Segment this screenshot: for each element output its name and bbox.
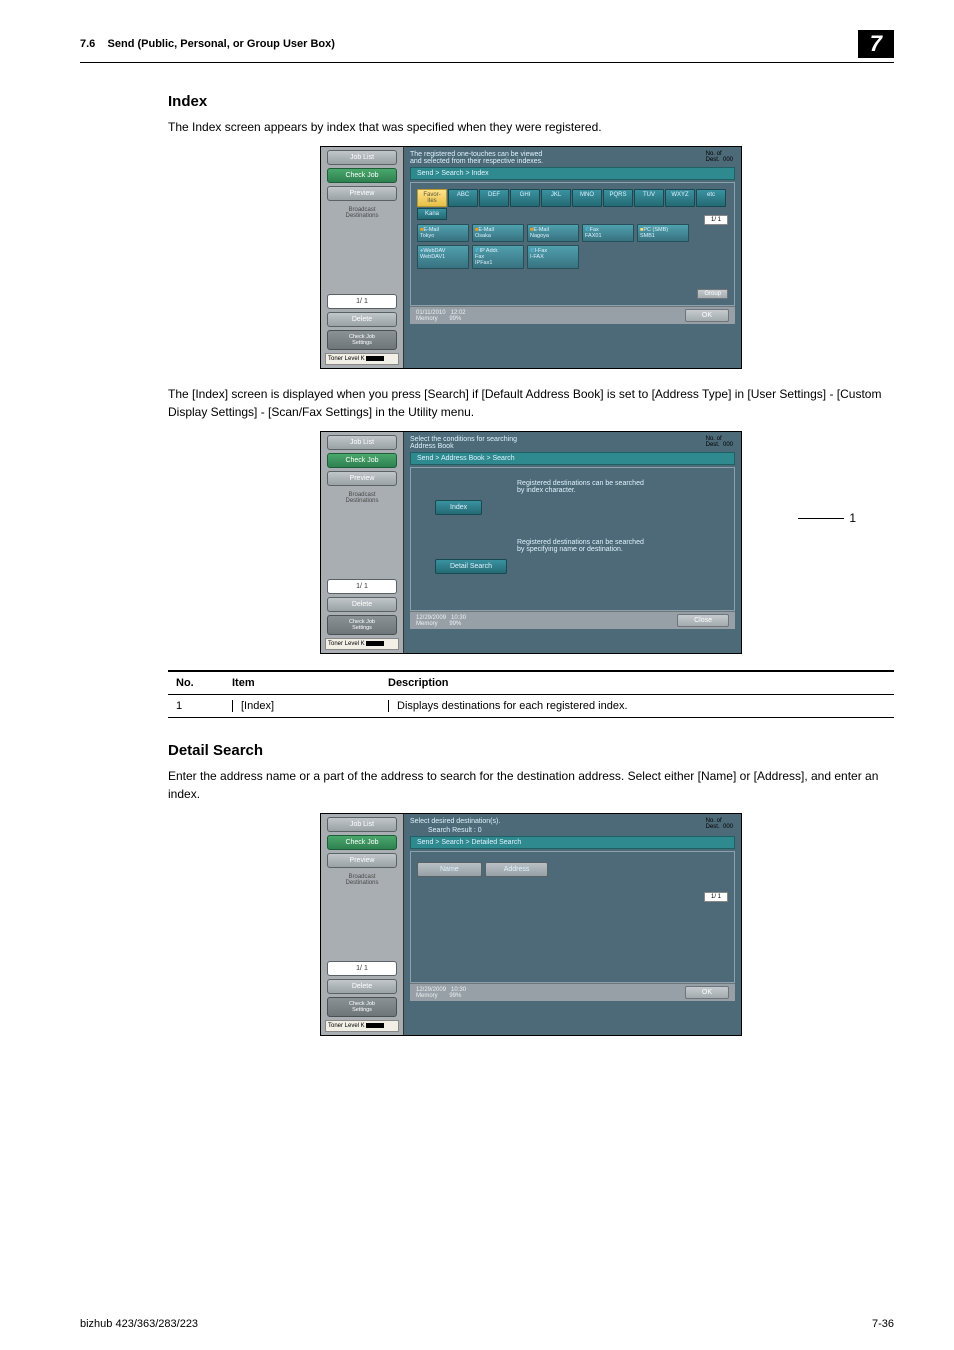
callout-line bbox=[798, 518, 844, 519]
breadcrumb: Send > Search > Index bbox=[410, 167, 735, 180]
page-indicator: 1/ 1 bbox=[704, 215, 728, 225]
toner-level: Toner Level K bbox=[325, 1020, 399, 1032]
tab-mno[interactable]: MNO bbox=[572, 189, 602, 207]
th-item: Item bbox=[224, 671, 380, 695]
side-page: 1/ 1 bbox=[327, 579, 397, 594]
toner-level: Toner Level K bbox=[325, 638, 399, 650]
preview-button[interactable]: Preview bbox=[327, 186, 397, 201]
screen-message: Select the conditions for searching Addr… bbox=[410, 436, 735, 450]
screenshot-search: Job List Check Job Preview Broadcast Des… bbox=[320, 431, 742, 654]
delete-button[interactable]: Delete bbox=[327, 597, 397, 612]
tab-wxyz[interactable]: WXYZ bbox=[665, 189, 695, 207]
broadcast-label: Broadcast Destinations bbox=[321, 207, 403, 219]
screen-message: Select desired destination(s). bbox=[410, 818, 735, 825]
th-no: No. bbox=[168, 671, 224, 695]
ok-button[interactable]: OK bbox=[685, 986, 729, 999]
search-result: Search Result : 0 bbox=[428, 827, 735, 834]
dest-card[interactable]: ■E-MailTokyo bbox=[417, 224, 469, 242]
index-button[interactable]: Index bbox=[435, 500, 482, 515]
tab-abc[interactable]: ABC bbox=[448, 189, 478, 207]
tab-def[interactable]: DEF bbox=[479, 189, 509, 207]
callout-1: 1 bbox=[849, 511, 856, 525]
detail-search-button[interactable]: Detail Search bbox=[435, 559, 507, 574]
tab-ghi[interactable]: GHI bbox=[510, 189, 540, 207]
screenshot-index: Job List Check Job Preview Broadcast Des… bbox=[320, 146, 742, 369]
group-button[interactable]: Group bbox=[697, 289, 728, 299]
dest-count: No. of Dest. 000 bbox=[706, 151, 733, 163]
screen-message: The registered one-touches can be viewed… bbox=[410, 151, 735, 165]
side-page: 1/ 1 bbox=[327, 961, 397, 976]
side-page: 1/ 1 bbox=[327, 294, 397, 309]
check-settings-button[interactable]: Check Job Settings bbox=[327, 615, 397, 635]
check-settings-button[interactable]: Check Job Settings bbox=[327, 997, 397, 1017]
delete-button[interactable]: Delete bbox=[327, 979, 397, 994]
page-indicator: 1/ 1 bbox=[704, 892, 728, 902]
chapter-badge: 7 bbox=[858, 30, 894, 58]
rule bbox=[80, 62, 894, 63]
delete-button[interactable]: Delete bbox=[327, 312, 397, 327]
check-job-button[interactable]: Check Job bbox=[327, 835, 397, 850]
close-button[interactable]: Close bbox=[677, 614, 729, 627]
para-1: The Index screen appears by index that w… bbox=[168, 118, 894, 136]
dest-count: No. of Dest. 000 bbox=[706, 818, 733, 830]
check-job-button[interactable]: Check Job bbox=[327, 453, 397, 468]
broadcast-label: Broadcast Destinations bbox=[321, 492, 403, 504]
toner-level: Toner Level K bbox=[325, 353, 399, 365]
job-list-button[interactable]: Job List bbox=[327, 435, 397, 450]
footer-page: 7-36 bbox=[872, 1318, 894, 1330]
preview-button[interactable]: Preview bbox=[327, 471, 397, 486]
search-text-1: Registered destinations can be searched … bbox=[517, 480, 728, 494]
screenshot-detail-search: Job List Check Job Preview Broadcast Des… bbox=[320, 813, 742, 1036]
footer-model: bizhub 423/363/283/223 bbox=[80, 1318, 198, 1330]
check-settings-button[interactable]: Check Job Settings bbox=[327, 330, 397, 350]
dest-card[interactable]: ■E-MailNagoya bbox=[527, 224, 579, 242]
tab-jkl[interactable]: JKL bbox=[541, 189, 571, 207]
name-button[interactable]: Name bbox=[417, 862, 482, 877]
table-row: 1 [Index] Displays destinations for each… bbox=[168, 695, 894, 718]
preview-button[interactable]: Preview bbox=[327, 853, 397, 868]
dest-card[interactable]: ✆FaxFAX01 bbox=[582, 224, 634, 242]
breadcrumb: Send > Address Book > Search bbox=[410, 452, 735, 465]
broadcast-label: Broadcast Destinations bbox=[321, 874, 403, 886]
dest-card[interactable]: ■PC (SMB)SMB1 bbox=[637, 224, 689, 242]
job-list-button[interactable]: Job List bbox=[327, 150, 397, 165]
index-tabs: Favor- ites ABC DEF GHI JKL MNO PQRS TUV… bbox=[417, 189, 728, 220]
tab-kana[interactable]: Kana bbox=[417, 208, 447, 220]
breadcrumb: Send > Search > Detailed Search bbox=[410, 836, 735, 849]
th-desc: Description bbox=[380, 671, 894, 695]
dest-card[interactable]: ■E-MailOsaka bbox=[472, 224, 524, 242]
dest-card[interactable]: ✆IP Addr. FaxIPFax1 bbox=[472, 245, 524, 269]
para-3: Enter the address name or a part of the … bbox=[168, 767, 894, 803]
dest-card[interactable]: ✆I-FaxI-FAX bbox=[527, 245, 579, 269]
dest-count: No. of Dest. 000 bbox=[706, 436, 733, 448]
job-list-button[interactable]: Job List bbox=[327, 817, 397, 832]
tab-pqrs[interactable]: PQRS bbox=[603, 189, 633, 207]
check-job-button[interactable]: Check Job bbox=[327, 168, 397, 183]
dest-card[interactable]: ●WebDAVWebDAV1 bbox=[417, 245, 469, 269]
description-table: No. Item Description 1 [Index] Displays … bbox=[168, 670, 894, 718]
tab-favorites[interactable]: Favor- ites bbox=[417, 189, 447, 207]
para-2: The [Index] screen is displayed when you… bbox=[168, 385, 894, 421]
address-button[interactable]: Address bbox=[485, 862, 549, 877]
heading-index: Index bbox=[168, 93, 894, 110]
search-text-2: Registered destinations can be searched … bbox=[517, 539, 728, 553]
tab-tuv[interactable]: TUV bbox=[634, 189, 664, 207]
tab-etc[interactable]: etc bbox=[696, 189, 726, 207]
ok-button[interactable]: OK bbox=[685, 309, 729, 322]
heading-detail-search: Detail Search bbox=[168, 742, 894, 759]
header-left: 7.6 Send (Public, Personal, or Group Use… bbox=[80, 38, 335, 50]
